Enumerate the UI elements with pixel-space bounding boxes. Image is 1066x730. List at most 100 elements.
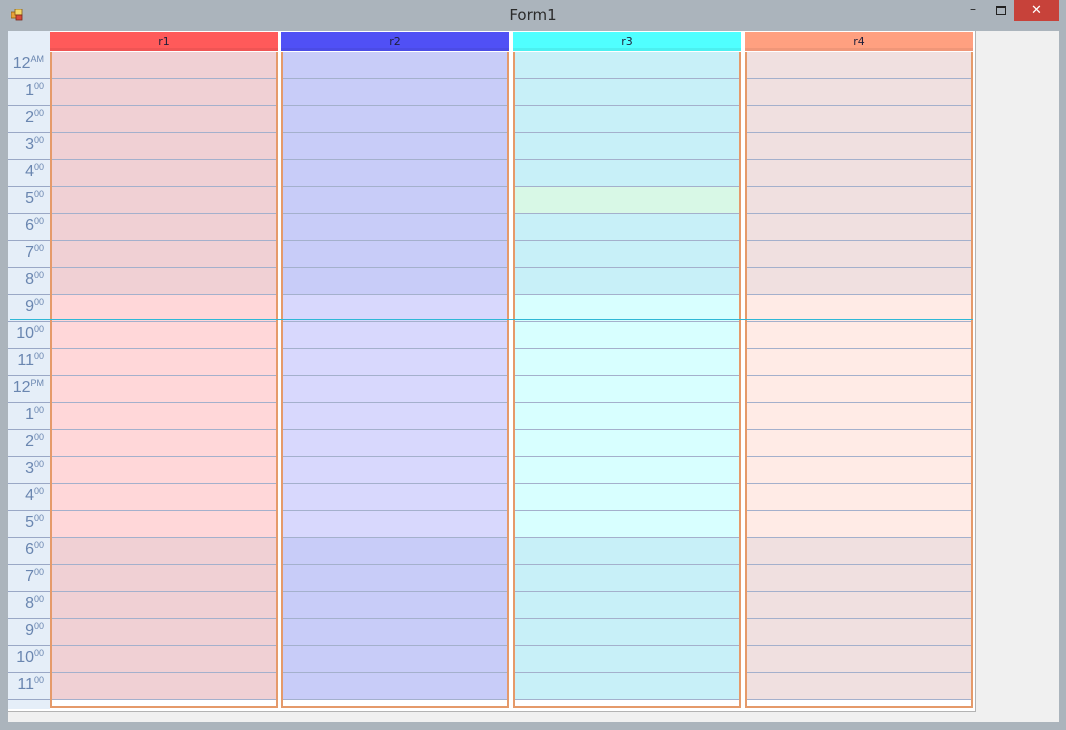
time-slot[interactable] — [283, 646, 507, 673]
time-slot[interactable] — [52, 403, 276, 430]
close-button[interactable]: ✕ — [1014, 0, 1059, 21]
time-slot[interactable] — [52, 241, 276, 268]
time-slot[interactable] — [515, 457, 739, 484]
time-slot[interactable] — [515, 241, 739, 268]
time-slot[interactable] — [283, 376, 507, 403]
time-slot[interactable] — [283, 79, 507, 106]
time-slot[interactable] — [747, 538, 971, 565]
time-slot[interactable] — [52, 349, 276, 376]
time-slot[interactable] — [283, 457, 507, 484]
time-slot[interactable] — [747, 565, 971, 592]
time-slot[interactable] — [747, 511, 971, 538]
time-slot[interactable] — [515, 79, 739, 106]
time-slot[interactable] — [283, 673, 507, 700]
time-slot[interactable] — [747, 133, 971, 160]
time-slot[interactable] — [515, 106, 739, 133]
resource-column-r3[interactable] — [513, 52, 741, 708]
time-slot[interactable] — [283, 295, 507, 322]
time-slot[interactable] — [52, 268, 276, 295]
time-slot[interactable] — [747, 322, 971, 349]
time-slot[interactable] — [747, 295, 971, 322]
time-slot[interactable] — [747, 403, 971, 430]
day-view-calendar[interactable]: 12AM 100 200 300 400 500 600 700 800 900 1000 1100 1… — [8, 31, 976, 712]
time-slot[interactable] — [283, 133, 507, 160]
time-slot[interactable] — [283, 430, 507, 457]
time-slot[interactable] — [515, 160, 739, 187]
time-slot[interactable] — [52, 106, 276, 133]
time-slot[interactable] — [747, 376, 971, 403]
time-slot[interactable] — [283, 241, 507, 268]
time-slot[interactable] — [283, 214, 507, 241]
time-slot[interactable] — [515, 592, 739, 619]
time-slot[interactable] — [747, 673, 971, 700]
time-slot[interactable] — [52, 511, 276, 538]
time-slot[interactable] — [515, 619, 739, 646]
time-slot[interactable] — [52, 619, 276, 646]
time-slot[interactable] — [515, 376, 739, 403]
time-slot[interactable] — [52, 592, 276, 619]
time-slot[interactable] — [747, 457, 971, 484]
time-slot[interactable] — [515, 349, 739, 376]
time-slot[interactable] — [283, 565, 507, 592]
time-slot[interactable] — [515, 646, 739, 673]
maximize-button[interactable] — [987, 0, 1013, 22]
time-slot[interactable] — [52, 295, 276, 322]
time-slot[interactable] — [515, 673, 739, 700]
time-slot[interactable] — [515, 133, 739, 160]
time-slot[interactable] — [283, 511, 507, 538]
time-slot[interactable] — [747, 214, 971, 241]
time-slot[interactable] — [52, 673, 276, 700]
time-slot[interactable] — [283, 268, 507, 295]
time-slot[interactable] — [747, 349, 971, 376]
time-slot[interactable] — [52, 484, 276, 511]
time-slot[interactable] — [747, 79, 971, 106]
time-slot[interactable] — [52, 646, 276, 673]
time-slot[interactable] — [747, 619, 971, 646]
time-slot[interactable] — [747, 160, 971, 187]
time-slot[interactable] — [747, 187, 971, 214]
time-slot[interactable] — [747, 484, 971, 511]
resource-header-r4[interactable]: r4 — [745, 32, 973, 51]
time-slot[interactable] — [515, 484, 739, 511]
time-slot[interactable] — [52, 160, 276, 187]
time-slot[interactable] — [515, 538, 739, 565]
resource-column-r1[interactable] — [50, 52, 278, 708]
time-slot[interactable] — [747, 106, 971, 133]
time-slot[interactable] — [52, 538, 276, 565]
time-slot[interactable] — [747, 592, 971, 619]
time-slot[interactable] — [52, 52, 276, 79]
time-slot[interactable] — [515, 214, 739, 241]
time-slot[interactable] — [283, 106, 507, 133]
time-slot[interactable] — [283, 484, 507, 511]
time-slot[interactable] — [515, 187, 739, 214]
resource-header-r3[interactable]: r3 — [513, 32, 741, 51]
time-slot[interactable] — [515, 295, 739, 322]
resource-header-r2[interactable]: r2 — [281, 32, 509, 51]
time-slot[interactable] — [283, 160, 507, 187]
time-slot[interactable] — [283, 322, 507, 349]
time-slot[interactable] — [283, 403, 507, 430]
time-slot[interactable] — [515, 268, 739, 295]
time-slot[interactable] — [283, 538, 507, 565]
time-slot[interactable] — [515, 52, 739, 79]
title-bar[interactable]: Form1 – ✕ — [0, 0, 1066, 30]
time-slot[interactable] — [515, 403, 739, 430]
time-slot[interactable] — [52, 376, 276, 403]
time-slot[interactable] — [52, 79, 276, 106]
time-slot[interactable] — [515, 322, 739, 349]
time-slot[interactable] — [283, 349, 507, 376]
time-slot[interactable] — [283, 592, 507, 619]
time-slot[interactable] — [515, 430, 739, 457]
time-slot[interactable] — [52, 430, 276, 457]
time-slot[interactable] — [747, 646, 971, 673]
time-slot[interactable] — [283, 52, 507, 79]
time-slot[interactable] — [52, 214, 276, 241]
time-slot[interactable] — [747, 430, 971, 457]
resource-column-r2[interactable] — [281, 52, 509, 708]
minimize-button[interactable]: – — [959, 0, 987, 22]
time-slot[interactable] — [52, 133, 276, 160]
resource-header-r1[interactable]: r1 — [50, 32, 278, 51]
time-slot[interactable] — [515, 565, 739, 592]
time-slot[interactable] — [747, 52, 971, 79]
time-slot[interactable] — [283, 619, 507, 646]
